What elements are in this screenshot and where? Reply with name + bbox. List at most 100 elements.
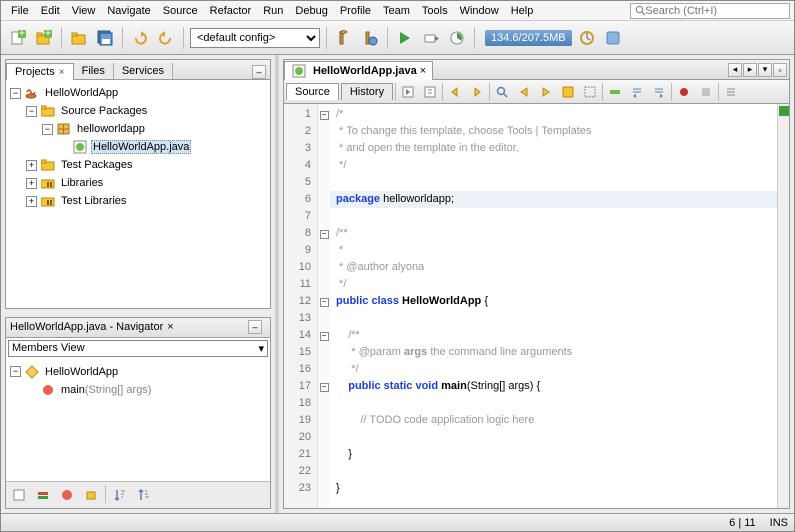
etb-comment-button[interactable] — [721, 82, 741, 102]
navigator-filter-bar — [6, 481, 270, 508]
expander-icon[interactable]: − — [10, 366, 21, 377]
expander-icon[interactable]: + — [26, 196, 37, 207]
expander-icon[interactable]: − — [42, 124, 53, 135]
etb-shift-right-button[interactable] — [649, 82, 669, 102]
files-tab[interactable]: Files — [74, 63, 114, 79]
run-button[interactable] — [394, 27, 416, 49]
scroll-left-button[interactable]: ◂ — [728, 63, 742, 77]
etb-find-button[interactable] — [492, 82, 512, 102]
minimize-panel-button[interactable]: – — [252, 65, 266, 79]
expander-icon[interactable]: − — [26, 106, 37, 117]
etb-prev-button[interactable] — [514, 82, 534, 102]
sort-button-1[interactable] — [110, 485, 130, 505]
build-button[interactable] — [333, 27, 355, 49]
close-icon[interactable]: × — [420, 65, 426, 77]
editor-tab[interactable]: HelloWorldApp.java × — [284, 61, 433, 80]
projects-tree[interactable]: − HelloWorldApp − Source Packages − hell… — [6, 80, 270, 308]
config-select[interactable]: <default config> — [190, 28, 320, 48]
tree-test-libraries[interactable]: + Test Libraries — [10, 192, 266, 210]
fold-column[interactable]: − − − − − — [318, 104, 330, 508]
save-all-button[interactable] — [94, 27, 116, 49]
debug-button[interactable] — [420, 27, 442, 49]
new-project-button[interactable]: + — [33, 27, 55, 49]
navigator-title-text: HelloWorldApp.java - Navigator — [10, 321, 163, 333]
source-tab[interactable]: Source — [286, 83, 339, 100]
chevron-down-icon: ▾ — [258, 342, 264, 355]
filter-button-4[interactable] — [81, 485, 101, 505]
menu-file[interactable]: File — [5, 3, 35, 19]
etb-back-button[interactable] — [445, 82, 465, 102]
filter-button-1[interactable] — [9, 485, 29, 505]
etb-forward-button[interactable] — [467, 82, 487, 102]
navigator-method[interactable]: main(String[] args) — [10, 381, 266, 399]
menu-help[interactable]: Help — [505, 3, 540, 19]
filter-button-3[interactable] — [57, 485, 77, 505]
line-gutter[interactable]: 1234567891011121314151617181920212223 — [284, 104, 318, 508]
menu-view[interactable]: View — [66, 3, 102, 19]
editor-body[interactable]: 1234567891011121314151617181920212223 − … — [284, 104, 789, 508]
ide-settings-button[interactable] — [602, 27, 624, 49]
tabs-list-button[interactable]: ▾ — [758, 63, 772, 77]
tree-test-packages[interactable]: + Test Packages — [10, 156, 266, 174]
menu-refactor[interactable]: Refactor — [204, 3, 258, 19]
menu-tools[interactable]: Tools — [416, 3, 454, 19]
etb-next-button[interactable] — [536, 82, 556, 102]
expander-icon[interactable]: − — [10, 88, 21, 99]
clean-build-button[interactable] — [359, 27, 381, 49]
tree-libraries[interactable]: + Libraries — [10, 174, 266, 192]
tree-project-root[interactable]: − HelloWorldApp — [10, 84, 266, 102]
menu-window[interactable]: Window — [454, 3, 505, 19]
new-file-button[interactable]: + — [7, 27, 29, 49]
java-class-icon — [72, 140, 88, 154]
filter-button-2[interactable] — [33, 485, 53, 505]
expander-icon[interactable]: + — [26, 160, 37, 171]
sort-button-2[interactable] — [134, 485, 154, 505]
search-input[interactable] — [645, 5, 785, 17]
navigator-label: HelloWorldApp — [43, 366, 120, 378]
etb-bookmark-button[interactable] — [605, 82, 625, 102]
etb-nav-button[interactable] — [398, 82, 418, 102]
package-folder-icon — [40, 158, 56, 172]
minimize-panel-button[interactable]: – — [248, 320, 262, 334]
menu-profile[interactable]: Profile — [334, 3, 377, 19]
open-project-button[interactable] — [68, 27, 90, 49]
navigator-class[interactable]: − HelloWorldApp — [10, 363, 266, 381]
navigator-tree[interactable]: − HelloWorldApp main(String[] args) — [6, 359, 270, 481]
main-toolbar: + + <default config> 134.6/207.5MB — [1, 21, 794, 55]
menu-edit[interactable]: Edit — [35, 3, 66, 19]
history-tab[interactable]: History — [341, 83, 393, 100]
undo-button[interactable] — [129, 27, 151, 49]
gc-button[interactable] — [576, 27, 598, 49]
etb-highlight-button[interactable] — [558, 82, 578, 102]
tree-source-packages[interactable]: − Source Packages — [10, 102, 266, 120]
class-icon — [24, 365, 40, 379]
menu-debug[interactable]: Debug — [289, 3, 333, 19]
error-stripe[interactable] — [777, 104, 789, 508]
etb-macro-stop-button[interactable] — [696, 82, 716, 102]
expander-icon[interactable]: + — [26, 178, 37, 189]
memory-indicator[interactable]: 134.6/207.5MB — [485, 30, 572, 46]
search-icon — [635, 5, 645, 16]
redo-button[interactable] — [155, 27, 177, 49]
profile-button[interactable] — [446, 27, 468, 49]
menu-source[interactable]: Source — [157, 3, 204, 19]
close-icon[interactable]: × — [167, 321, 173, 333]
etb-macro-start-button[interactable] — [674, 82, 694, 102]
menu-navigate[interactable]: Navigate — [101, 3, 156, 19]
close-icon[interactable]: × — [59, 67, 65, 78]
services-tab[interactable]: Services — [114, 63, 173, 79]
tree-label: Source Packages — [59, 105, 149, 117]
quick-search[interactable] — [630, 3, 790, 19]
tree-java-file[interactable]: HelloWorldApp.java — [10, 138, 266, 156]
menu-run[interactable]: Run — [257, 3, 289, 19]
projects-tab[interactable]: Projects× — [6, 63, 74, 80]
code-area[interactable]: /* * To change this template, choose Too… — [330, 104, 777, 508]
etb-selection-button[interactable] — [580, 82, 600, 102]
menu-team[interactable]: Team — [377, 3, 416, 19]
tree-package[interactable]: − helloworldapp — [10, 120, 266, 138]
members-view-select[interactable]: Members View▾ — [8, 340, 268, 357]
etb-nav-button[interactable] — [420, 82, 440, 102]
scroll-right-button[interactable]: ▸ — [743, 63, 757, 77]
maximize-button[interactable]: ▫ — [773, 63, 787, 77]
etb-shift-left-button[interactable] — [627, 82, 647, 102]
